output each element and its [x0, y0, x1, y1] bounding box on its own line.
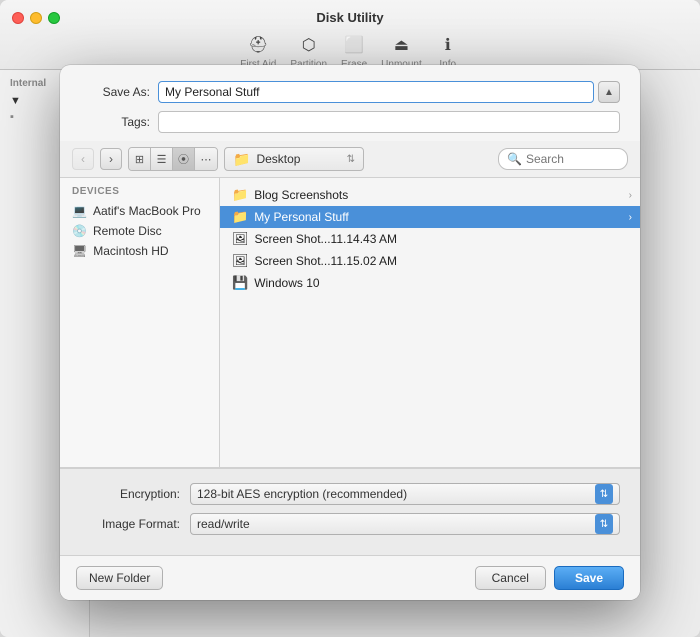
macbook-icon: 💻	[72, 204, 87, 218]
save-as-input-container: ▲	[158, 81, 620, 103]
location-chevron-icon: ⇅	[347, 154, 355, 165]
info-icon: ℹ	[436, 33, 460, 57]
image-icon: 🖼	[232, 231, 249, 247]
tags-input-container	[158, 111, 620, 133]
file-browser: Devices 💻 Aatif's MacBook Pro 💿 Remote D…	[60, 178, 640, 468]
tags-label: Tags:	[80, 115, 150, 129]
search-icon: 🔍	[507, 152, 522, 166]
files-pane: 📁 Blog Screenshots › 📁 My Personal Stuff…	[220, 178, 640, 467]
chevron-right-icon: ›	[629, 212, 632, 223]
tags-input[interactable]	[158, 111, 620, 133]
file-item-personal[interactable]: 📁 My Personal Stuff ›	[220, 206, 640, 228]
dialog-footer: New Folder Cancel Save	[60, 555, 640, 600]
view-buttons: ⊞ ☰ ⦿ ⋯	[128, 147, 218, 171]
back-button[interactable]: ‹	[72, 148, 94, 170]
erase-icon: ⬜	[342, 33, 366, 57]
traffic-lights	[12, 12, 60, 24]
first-aid-icon: ⛑	[246, 33, 270, 57]
encryption-label: Encryption:	[80, 487, 180, 501]
save-dialog: Save As: ▲ Tags: ‹ › ⊞ ☰ ⦿ ⋯ 📁 Desktop ⇅	[60, 65, 640, 600]
titlebar: Disk Utility ⛑ First Aid ⬡ Partition ⬜ E…	[0, 0, 700, 70]
image-format-row: Image Format: read/write ⇅	[80, 513, 620, 535]
save-as-input[interactable]	[158, 81, 594, 103]
file-item-shot1[interactable]: 🖼 Screen Shot...11.14.43 AM	[220, 228, 640, 250]
remote-disc-icon: 💿	[72, 224, 87, 238]
new-folder-button[interactable]: New Folder	[76, 566, 163, 590]
search-box[interactable]: 🔍	[498, 148, 628, 170]
close-button[interactable]	[12, 12, 24, 24]
column-view-button[interactable]: ⦿	[173, 148, 195, 170]
expand-button[interactable]: ▲	[598, 81, 620, 103]
encryption-dropdown-icon: ⇅	[595, 484, 613, 504]
file-item-blog[interactable]: 📁 Blog Screenshots ›	[220, 184, 640, 206]
disk-icon: 💾	[232, 275, 248, 291]
navigation-bar: ‹ › ⊞ ☰ ⦿ ⋯ 📁 Desktop ⇅ 🔍	[60, 141, 640, 178]
gallery-view-button[interactable]: ⋯	[195, 148, 217, 170]
save-as-label: Save As:	[80, 85, 150, 99]
encryption-row: Encryption: 128-bit AES encryption (reco…	[80, 483, 620, 505]
forward-button[interactable]: ›	[100, 148, 122, 170]
image-icon: 🖼	[232, 253, 249, 269]
window-title: Disk Utility	[316, 10, 383, 25]
file-item-windows[interactable]: 💾 Windows 10	[220, 272, 640, 294]
unmount-icon: ⏏	[389, 33, 413, 57]
tags-row: Tags:	[80, 111, 620, 133]
icon-view-button[interactable]: ⊞	[129, 148, 151, 170]
encryption-select[interactable]: 128-bit AES encryption (recommended) ⇅	[190, 483, 620, 505]
location-selector[interactable]: 📁 Desktop ⇅	[224, 147, 364, 171]
sidebar-item-remote[interactable]: 💿 Remote Disc	[60, 221, 219, 241]
save-as-row: Save As: ▲	[80, 81, 620, 103]
macintosh-hd-icon: 🖥	[72, 244, 87, 258]
places-sidebar: Devices 💻 Aatif's MacBook Pro 💿 Remote D…	[60, 178, 220, 467]
search-input[interactable]	[526, 152, 619, 166]
minimize-button[interactable]	[30, 12, 42, 24]
image-format-dropdown-icon: ⇅	[595, 514, 613, 534]
location-name: Desktop	[256, 152, 340, 166]
sidebar-item-macbook[interactable]: 💻 Aatif's MacBook Pro	[60, 201, 219, 221]
dialog-options: Encryption: 128-bit AES encryption (reco…	[60, 468, 640, 555]
partition-icon: ⬡	[297, 33, 321, 57]
list-view-button[interactable]: ☰	[151, 148, 173, 170]
maximize-button[interactable]	[48, 12, 60, 24]
location-folder-icon: 📁	[233, 151, 250, 168]
encryption-value: 128-bit AES encryption (recommended)	[197, 487, 591, 501]
image-format-label: Image Format:	[80, 517, 180, 531]
sidebar-item-macintosh[interactable]: 🖥 Macintosh HD	[60, 241, 219, 261]
folder-icon: 📁	[232, 209, 248, 225]
file-item-shot2[interactable]: 🖼 Screen Shot...11.15.02 AM	[220, 250, 640, 272]
folder-icon: 📁	[232, 187, 248, 203]
image-format-value: read/write	[197, 517, 591, 531]
save-button[interactable]: Save	[554, 566, 624, 590]
image-format-select[interactable]: read/write ⇅	[190, 513, 620, 535]
dialog-body: Save As: ▲ Tags:	[60, 65, 640, 133]
chevron-right-icon: ›	[629, 190, 632, 201]
cancel-button[interactable]: Cancel	[475, 566, 546, 590]
